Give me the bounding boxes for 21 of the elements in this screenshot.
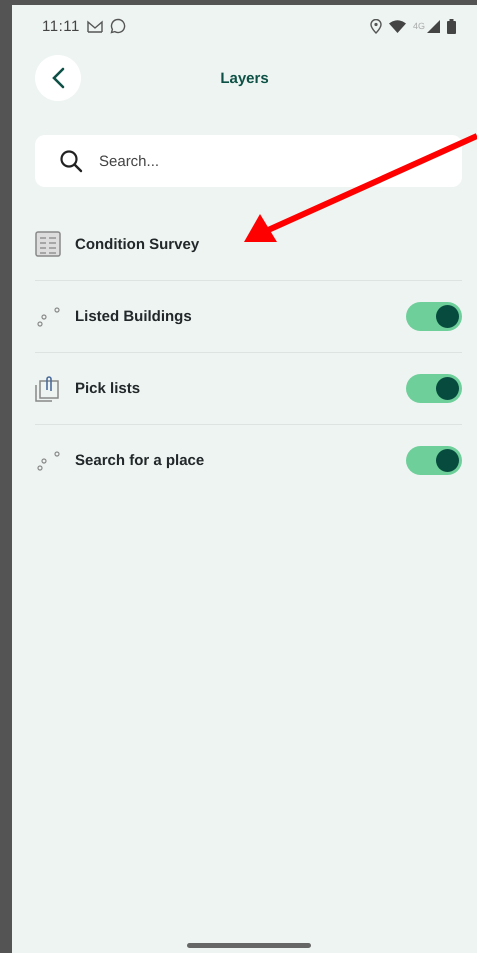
layer-toggle[interactable] xyxy=(406,374,462,403)
layer-name: Listed Buildings xyxy=(75,308,193,325)
layer-name: Search for a place xyxy=(75,452,206,469)
clipboard-icon xyxy=(35,376,61,402)
table-icon xyxy=(35,231,61,257)
layer-toggle[interactable] xyxy=(406,446,462,475)
signal-icon xyxy=(427,20,440,32)
layer-name: Pick lists xyxy=(75,380,142,397)
layer-toggle[interactable] xyxy=(406,302,462,331)
mail-icon xyxy=(86,20,103,32)
page-title: Layers xyxy=(220,70,269,86)
chat-icon xyxy=(110,18,126,34)
status-time: 11:11 xyxy=(42,18,80,34)
battery-icon xyxy=(447,18,456,34)
location-icon xyxy=(370,18,382,34)
back-icon xyxy=(51,67,65,89)
network-type: 4G xyxy=(412,21,425,31)
search-field[interactable]: Search... xyxy=(35,135,462,187)
wifi-icon xyxy=(388,20,406,32)
back-button[interactable] xyxy=(35,55,81,101)
layer-name: Condition Survey xyxy=(75,236,200,252)
